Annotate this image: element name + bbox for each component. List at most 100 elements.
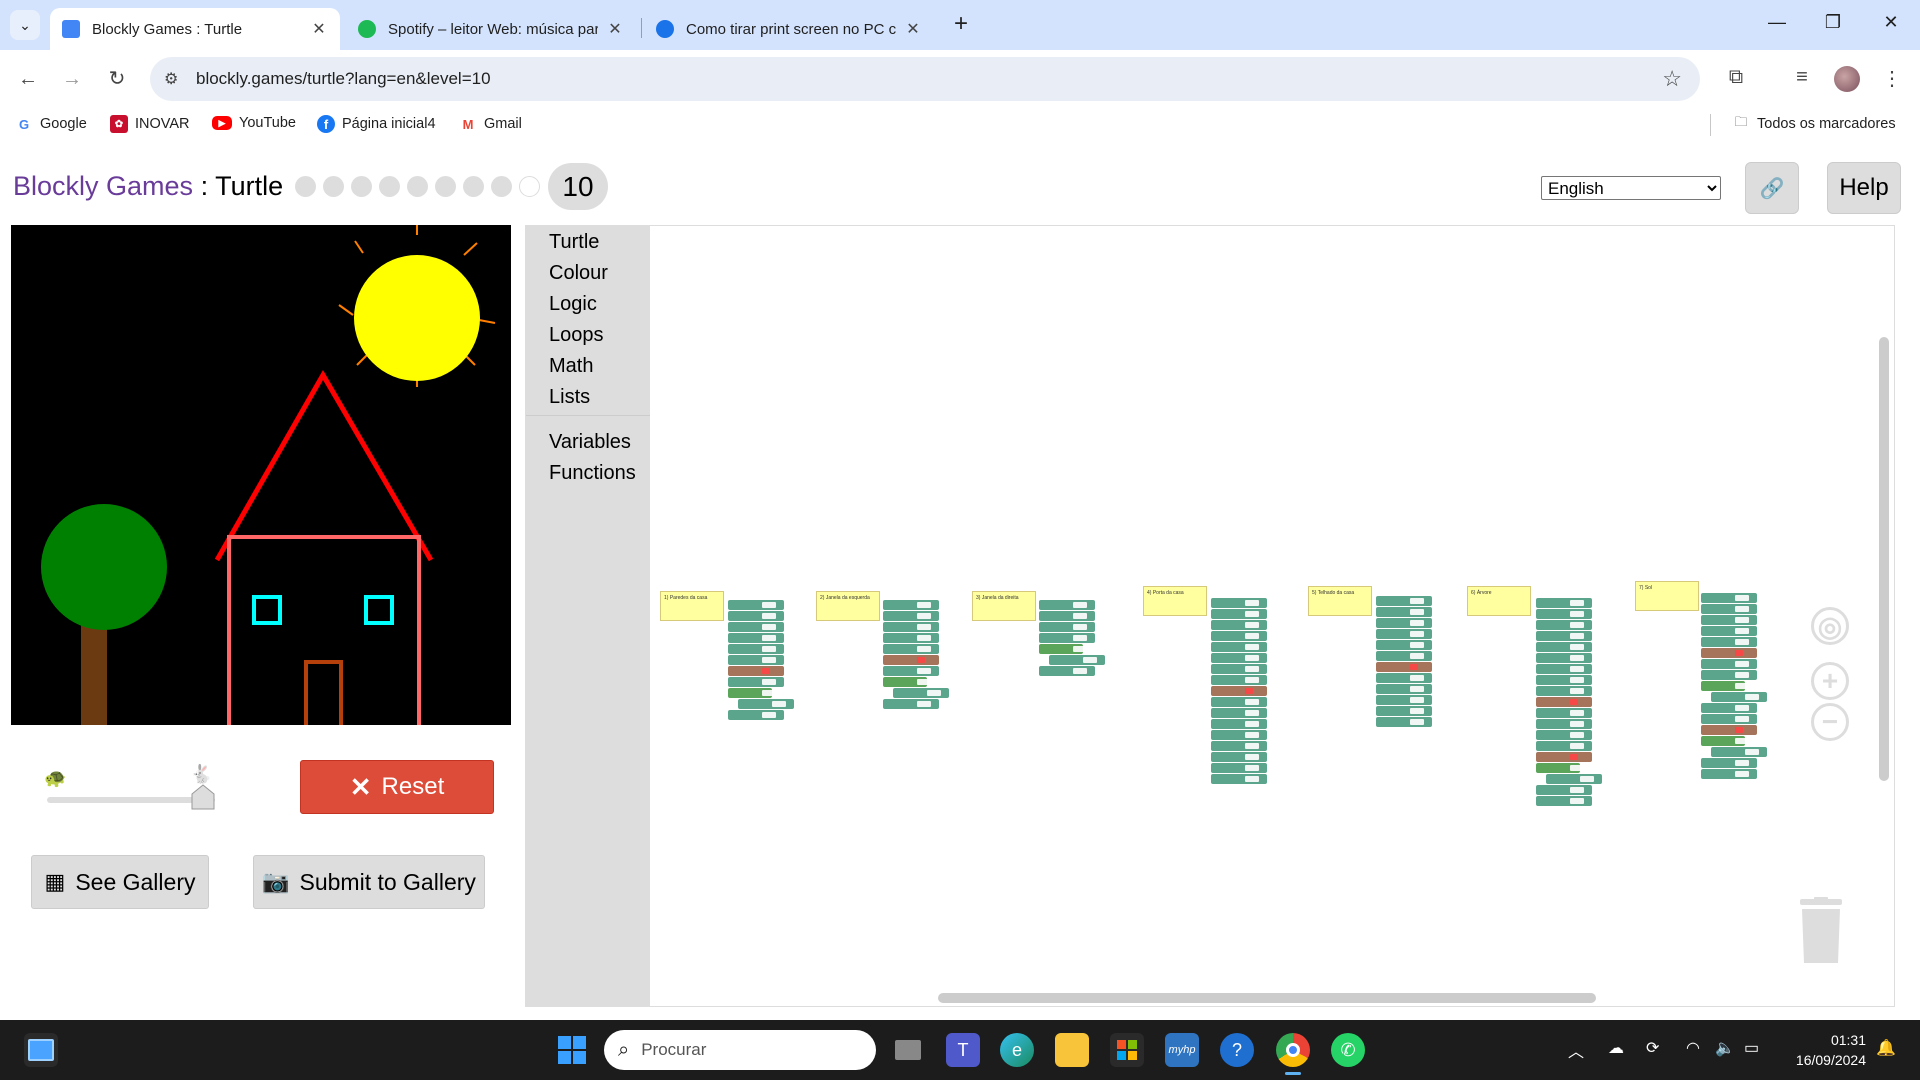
block-input[interactable] <box>1245 677 1259 683</box>
block-input[interactable] <box>762 602 776 608</box>
turtle-block[interactable] <box>883 644 939 654</box>
turtle-block[interactable] <box>1211 719 1267 729</box>
block-input[interactable] <box>1410 598 1424 604</box>
turtle-block[interactable] <box>1211 752 1267 762</box>
block-input[interactable] <box>917 679 931 685</box>
teams-icon[interactable]: T <box>946 1033 980 1067</box>
turtle-block[interactable] <box>1376 596 1432 606</box>
turtle-block[interactable] <box>1211 741 1267 751</box>
turtle-block[interactable] <box>1536 653 1592 663</box>
repeat-block[interactable] <box>1701 736 1749 746</box>
new-tab-button[interactable]: + <box>948 12 974 38</box>
block-input[interactable] <box>1580 776 1594 782</box>
extensions-icon[interactable]: ⧉ <box>1722 66 1750 89</box>
turtle-block[interactable] <box>1711 692 1767 702</box>
bookmark-gmail[interactable]: M Gmail <box>459 115 522 133</box>
block-input[interactable] <box>1570 787 1584 793</box>
block-input[interactable] <box>1083 657 1097 663</box>
block-input[interactable] <box>917 657 925 663</box>
block-input[interactable] <box>1570 743 1584 749</box>
address-bar[interactable]: ⚙ blockly.games/turtle?lang=en&level=10 … <box>150 57 1700 101</box>
block-input[interactable] <box>1410 686 1424 692</box>
turtle-block[interactable] <box>883 666 939 676</box>
block-input[interactable] <box>1245 721 1259 727</box>
turtle-block[interactable] <box>1376 640 1432 650</box>
level-dot[interactable] <box>491 176 512 197</box>
block-input[interactable] <box>1245 776 1259 782</box>
block-input[interactable] <box>762 690 776 696</box>
close-window-icon[interactable]: ✕ <box>1876 12 1906 33</box>
block-input[interactable] <box>917 646 931 652</box>
taskbar-search[interactable]: ⌕ Procurar <box>604 1030 876 1070</box>
block-input[interactable] <box>1570 721 1584 727</box>
turtle-block[interactable] <box>1211 609 1267 619</box>
set-colour-block[interactable] <box>1211 686 1267 696</box>
block-comment[interactable]: 1) Paredes da casa <box>660 591 724 621</box>
battery-icon[interactable]: ▭ <box>1744 1038 1759 1058</box>
block-comment[interactable]: 6) Árvore <box>1467 586 1531 616</box>
block-input[interactable] <box>1570 622 1584 628</box>
repeat-block[interactable] <box>728 688 776 698</box>
help-support-icon[interactable]: ? <box>1220 1033 1254 1067</box>
tab-search-button[interactable]: ⌄ <box>10 10 40 40</box>
block-input[interactable] <box>1410 631 1424 637</box>
level-dot[interactable] <box>435 176 456 197</box>
minimize-icon[interactable]: — <box>1762 12 1792 33</box>
block-input[interactable] <box>1245 710 1259 716</box>
block-input[interactable] <box>762 635 776 641</box>
block-input[interactable] <box>1735 771 1749 777</box>
turtle-block[interactable] <box>1211 697 1267 707</box>
level-dot[interactable] <box>463 176 484 197</box>
turtle-block[interactable] <box>1039 633 1095 643</box>
block-stack[interactable] <box>1039 600 1105 677</box>
block-input[interactable] <box>1410 653 1424 659</box>
myhp-icon[interactable]: myhp <box>1165 1033 1199 1067</box>
level-dot[interactable] <box>295 176 316 197</box>
toolbox-category-functions[interactable]: Functions <box>549 462 636 485</box>
volume-icon[interactable]: 🔈 <box>1715 1038 1735 1058</box>
turtle-block[interactable] <box>1536 708 1592 718</box>
task-view-icon[interactable] <box>891 1033 925 1067</box>
block-stack[interactable] <box>1701 593 1767 780</box>
turtle-block[interactable] <box>728 622 784 632</box>
see-gallery-button[interactable]: ▦ See Gallery <box>31 855 209 909</box>
repeat-block[interactable] <box>1536 763 1584 773</box>
turtle-block[interactable] <box>1039 611 1095 621</box>
turtle-block[interactable] <box>738 699 794 709</box>
block-input[interactable] <box>1735 727 1743 733</box>
site-info-icon[interactable]: ⚙ <box>164 69 178 89</box>
turtle-block[interactable] <box>1039 622 1095 632</box>
block-input[interactable] <box>1570 644 1584 650</box>
turtle-block[interactable] <box>1039 600 1095 610</box>
recenter-icon[interactable]: ◎ <box>1811 607 1849 645</box>
block-input[interactable] <box>917 668 931 674</box>
turtle-block[interactable] <box>1701 593 1757 603</box>
block-input[interactable] <box>1410 719 1424 725</box>
turtle-block[interactable] <box>1376 629 1432 639</box>
bookmark-inovar[interactable]: ✿ INOVAR <box>110 115 190 133</box>
turtle-block[interactable] <box>893 688 949 698</box>
block-comment[interactable]: 7) Sol <box>1635 581 1699 611</box>
block-input[interactable] <box>1245 688 1253 694</box>
block-input[interactable] <box>1570 611 1584 617</box>
zoom-out-icon[interactable]: − <box>1811 703 1849 741</box>
widgets-icon[interactable] <box>24 1033 58 1067</box>
turtle-block[interactable] <box>1376 673 1432 683</box>
whatsapp-icon[interactable]: ✆ <box>1331 1033 1365 1067</box>
turtle-block[interactable] <box>1546 774 1602 784</box>
submit-gallery-button[interactable]: 📷 Submit to Gallery <box>253 855 485 909</box>
zoom-in-icon[interactable]: + <box>1811 662 1849 700</box>
turtle-block[interactable] <box>1701 769 1757 779</box>
block-input[interactable] <box>762 712 776 718</box>
repeat-block[interactable] <box>883 677 931 687</box>
toolbox-category-colour[interactable]: Colour <box>549 262 608 285</box>
toolbox-category-loops[interactable]: Loops <box>549 324 604 347</box>
turtle-block[interactable] <box>1211 653 1267 663</box>
block-input[interactable] <box>1410 609 1424 615</box>
set-colour-block[interactable] <box>728 666 784 676</box>
bookmark-facebook[interactable]: f Página inicial4 <box>317 115 436 133</box>
block-stack[interactable] <box>1376 596 1432 728</box>
block-input[interactable] <box>1073 668 1087 674</box>
workspace-vertical-scrollbar[interactable] <box>1879 337 1889 781</box>
turtle-block[interactable] <box>883 699 939 709</box>
